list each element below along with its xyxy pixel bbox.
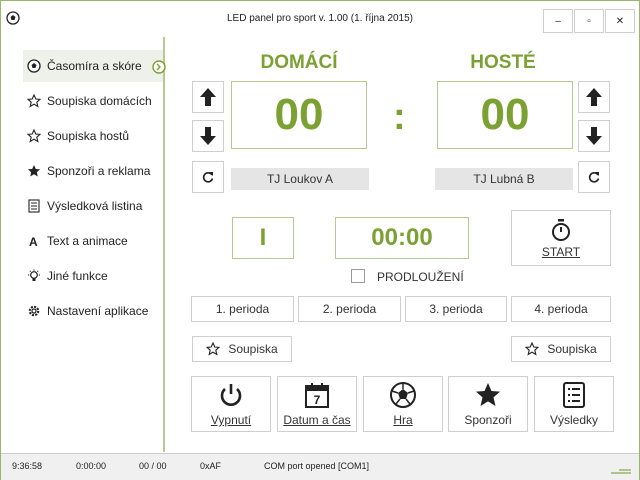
text-icon: A (27, 234, 41, 248)
soccer-ball-icon (390, 382, 416, 408)
home-score-down-button[interactable] (192, 120, 224, 152)
status-clock: 9:36:58 (12, 461, 43, 471)
score-separator: : (393, 96, 406, 138)
arrow-down-icon (586, 127, 602, 145)
svg-text:A: A (29, 235, 38, 248)
star-outline-icon (206, 342, 221, 356)
sidebar-item-nastaveni[interactable]: Nastavení aplikace (23, 295, 163, 327)
close-button[interactable]: ✕ (605, 9, 635, 33)
star-outline-icon (27, 94, 41, 108)
period-1-button[interactable]: 1. perioda (191, 296, 294, 322)
away-roster-label: Soupiska (547, 342, 597, 356)
home-team-name[interactable]: TJ Loukov A (231, 168, 369, 190)
app-window: LED panel pro sport v. 1.00 (1. října 20… (0, 0, 640, 480)
period-display: I (232, 217, 294, 259)
period-3-button[interactable]: 3. perioda (405, 296, 507, 322)
sidebar-item-soupiska-domacich[interactable]: Soupiska domácích (23, 85, 163, 117)
away-team-name[interactable]: TJ Lubná B (435, 168, 573, 190)
arrow-up-icon (200, 88, 216, 106)
list-icon (563, 382, 585, 408)
home-team-title: DOMÁCÍ (260, 52, 338, 73)
results-label: Výsledky (549, 413, 599, 427)
sidebar-item-text-animace[interactable]: A Text a animace (23, 225, 163, 257)
star-filled-icon (27, 164, 41, 178)
calendar-day: 7 (314, 393, 321, 407)
status-hex: 0xAF (200, 461, 222, 471)
results-button[interactable]: Výsledky (534, 376, 614, 432)
sidebar-item-label: Soupiska domácích (47, 94, 152, 108)
star-outline-icon (525, 342, 540, 356)
star-icon (476, 383, 500, 406)
status-message: COM port opened [COM1] (264, 461, 370, 471)
sidebar-item-label: Jiné funkce (47, 269, 108, 283)
sidebar: Časomíra a skóre Soupiska domácích Soupi… (1, 37, 165, 452)
status-bar: 9:36:58 0:00:00 00 / 00 0xAF COM port op… (1, 453, 639, 480)
arrow-up-icon (586, 88, 602, 106)
home-roster-button[interactable]: Soupiska (192, 336, 292, 362)
power-icon (220, 384, 242, 406)
maximize-button[interactable]: ▫ (574, 9, 604, 33)
sidebar-item-label: Časomíra a skóre (47, 59, 142, 73)
sidebar-item-label: Text a animace (47, 234, 128, 248)
away-score-down-button[interactable] (578, 120, 610, 152)
collapse-chevron-icon[interactable] (152, 60, 166, 74)
resize-grip-icon[interactable] (611, 464, 631, 474)
time-display: 00:00 (335, 217, 469, 259)
status-count: 00 / 00 (139, 461, 167, 471)
away-roster-button[interactable]: Soupiska (511, 336, 611, 362)
away-score: 00 (437, 81, 573, 149)
power-off-button[interactable]: Vypnutí (191, 376, 271, 432)
sidebar-item-vysledkova-listina[interactable]: Výsledková listina (23, 190, 163, 222)
calendar-icon: 7 (305, 383, 329, 408)
sidebar-item-casomira[interactable]: Časomíra a skóre (23, 50, 163, 82)
minimize-button[interactable]: – (543, 9, 573, 33)
sidebar-item-label: Výsledková listina (47, 199, 143, 213)
date-time-label: Datum a čas (283, 413, 351, 427)
home-score: 00 (231, 81, 367, 149)
away-score-up-button[interactable] (578, 81, 610, 113)
arrow-down-icon (200, 127, 216, 145)
sidebar-item-label: Sponzoři a reklama (47, 164, 151, 178)
overtime-label: PRODLOUŽENÍ (377, 270, 464, 284)
game-label: Hra (393, 413, 413, 427)
sidebar-item-label: Soupiska hostů (47, 129, 130, 143)
sponsors-button[interactable]: Sponzoři (448, 376, 528, 432)
status-timer: 0:00:00 (76, 461, 107, 471)
refresh-icon (588, 172, 600, 183)
list-icon (27, 199, 41, 213)
period-4-button[interactable]: 4. perioda (511, 296, 611, 322)
home-score-up-button[interactable] (192, 81, 224, 113)
stopwatch-icon (552, 218, 570, 241)
refresh-icon (202, 172, 214, 183)
away-reset-button[interactable] (578, 161, 610, 193)
home-reset-button[interactable] (192, 161, 224, 193)
sponsors-label: Sponzoři (464, 413, 512, 427)
power-off-label: Vypnutí (210, 413, 252, 427)
date-time-button[interactable]: 7 Datum a čas (277, 376, 357, 432)
gear-icon (27, 304, 41, 318)
start-button[interactable]: START (511, 210, 611, 266)
overtime-checkbox[interactable] (351, 269, 365, 283)
sidebar-item-sponzori[interactable]: Sponzoři a reklama (23, 155, 163, 187)
bulb-icon (27, 269, 41, 283)
away-team-title: HOSTÉ (470, 52, 536, 73)
game-button[interactable]: Hra (363, 376, 443, 432)
soccer-ball-icon (27, 59, 41, 73)
title-bar: LED panel pro sport v. 1.00 (1. října 20… (1, 1, 639, 37)
sidebar-item-soupiska-hostu[interactable]: Soupiska hostů (23, 120, 163, 152)
start-label: START (541, 244, 581, 259)
period-2-button[interactable]: 2. perioda (298, 296, 401, 322)
star-outline-icon (27, 129, 41, 143)
sidebar-item-label: Nastavení aplikace (47, 304, 149, 318)
home-roster-label: Soupiska (228, 342, 278, 356)
sidebar-item-jine-funkce[interactable]: Jiné funkce (23, 260, 163, 292)
